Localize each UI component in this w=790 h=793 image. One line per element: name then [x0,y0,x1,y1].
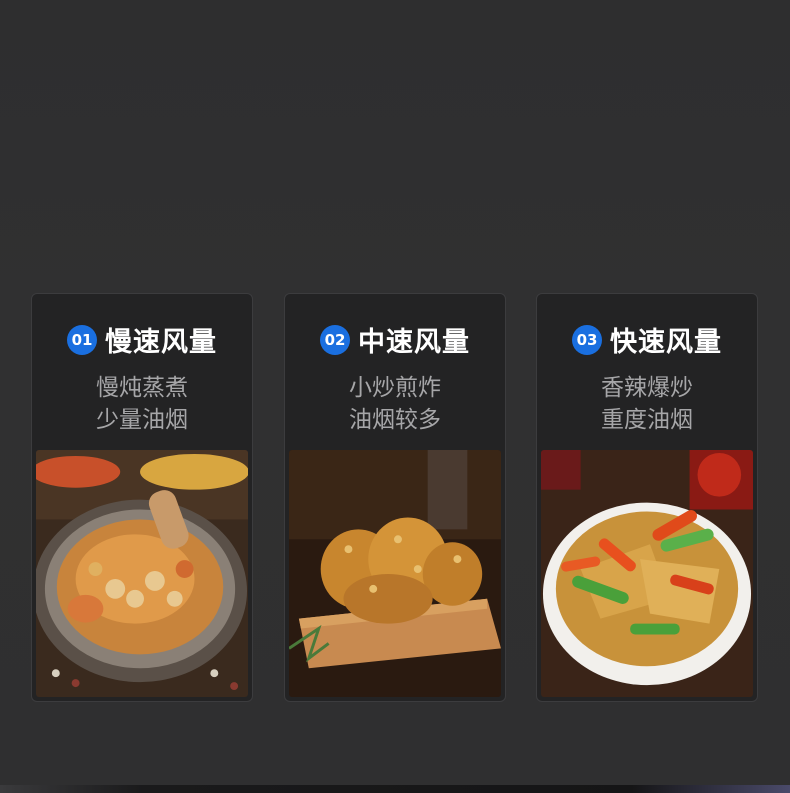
card-header: 01 慢速风量 [32,320,252,359]
number-badge: 02 [320,324,350,355]
desc-line-1: 香辣爆炒 [601,375,693,401]
fan-speed-cards: 01 慢速风量 慢炖蒸煮 少量油烟 02 中速风量 小炒煎炸 油烟较多 03 快… [0,0,790,793]
soup-stew-photo [36,450,248,697]
card-medium-speed: 02 中速风量 小炒煎炸 油烟较多 [284,293,506,702]
card-title: 慢速风量 [105,327,217,358]
desc-line-1: 小炒煎炸 [349,375,441,401]
card-description: 慢炖蒸煮 少量油烟 [32,372,252,436]
card-description: 香辣爆炒 重度油烟 [537,372,757,436]
card-fast-speed: 03 快速风量 香辣爆炒 重度油烟 [536,293,758,702]
card-header: 02 中速风量 [285,320,505,359]
card-header: 03 快速风量 [537,320,757,359]
fried-chicken-photo [289,450,501,697]
desc-line-2: 重度油烟 [601,407,693,433]
card-title: 中速风量 [358,327,470,358]
spicy-stirfry-photo [541,450,753,697]
desc-line-2: 油烟较多 [349,407,441,433]
card-slow-speed: 01 慢速风量 慢炖蒸煮 少量油烟 [31,293,253,702]
bottom-edge-strip [0,785,790,793]
number-badge: 03 [572,324,602,355]
desc-line-2: 少量油烟 [96,407,188,433]
number-badge: 01 [67,324,97,355]
card-description: 小炒煎炸 油烟较多 [285,372,505,436]
card-title: 快速风量 [610,327,722,358]
desc-line-1: 慢炖蒸煮 [96,375,188,401]
